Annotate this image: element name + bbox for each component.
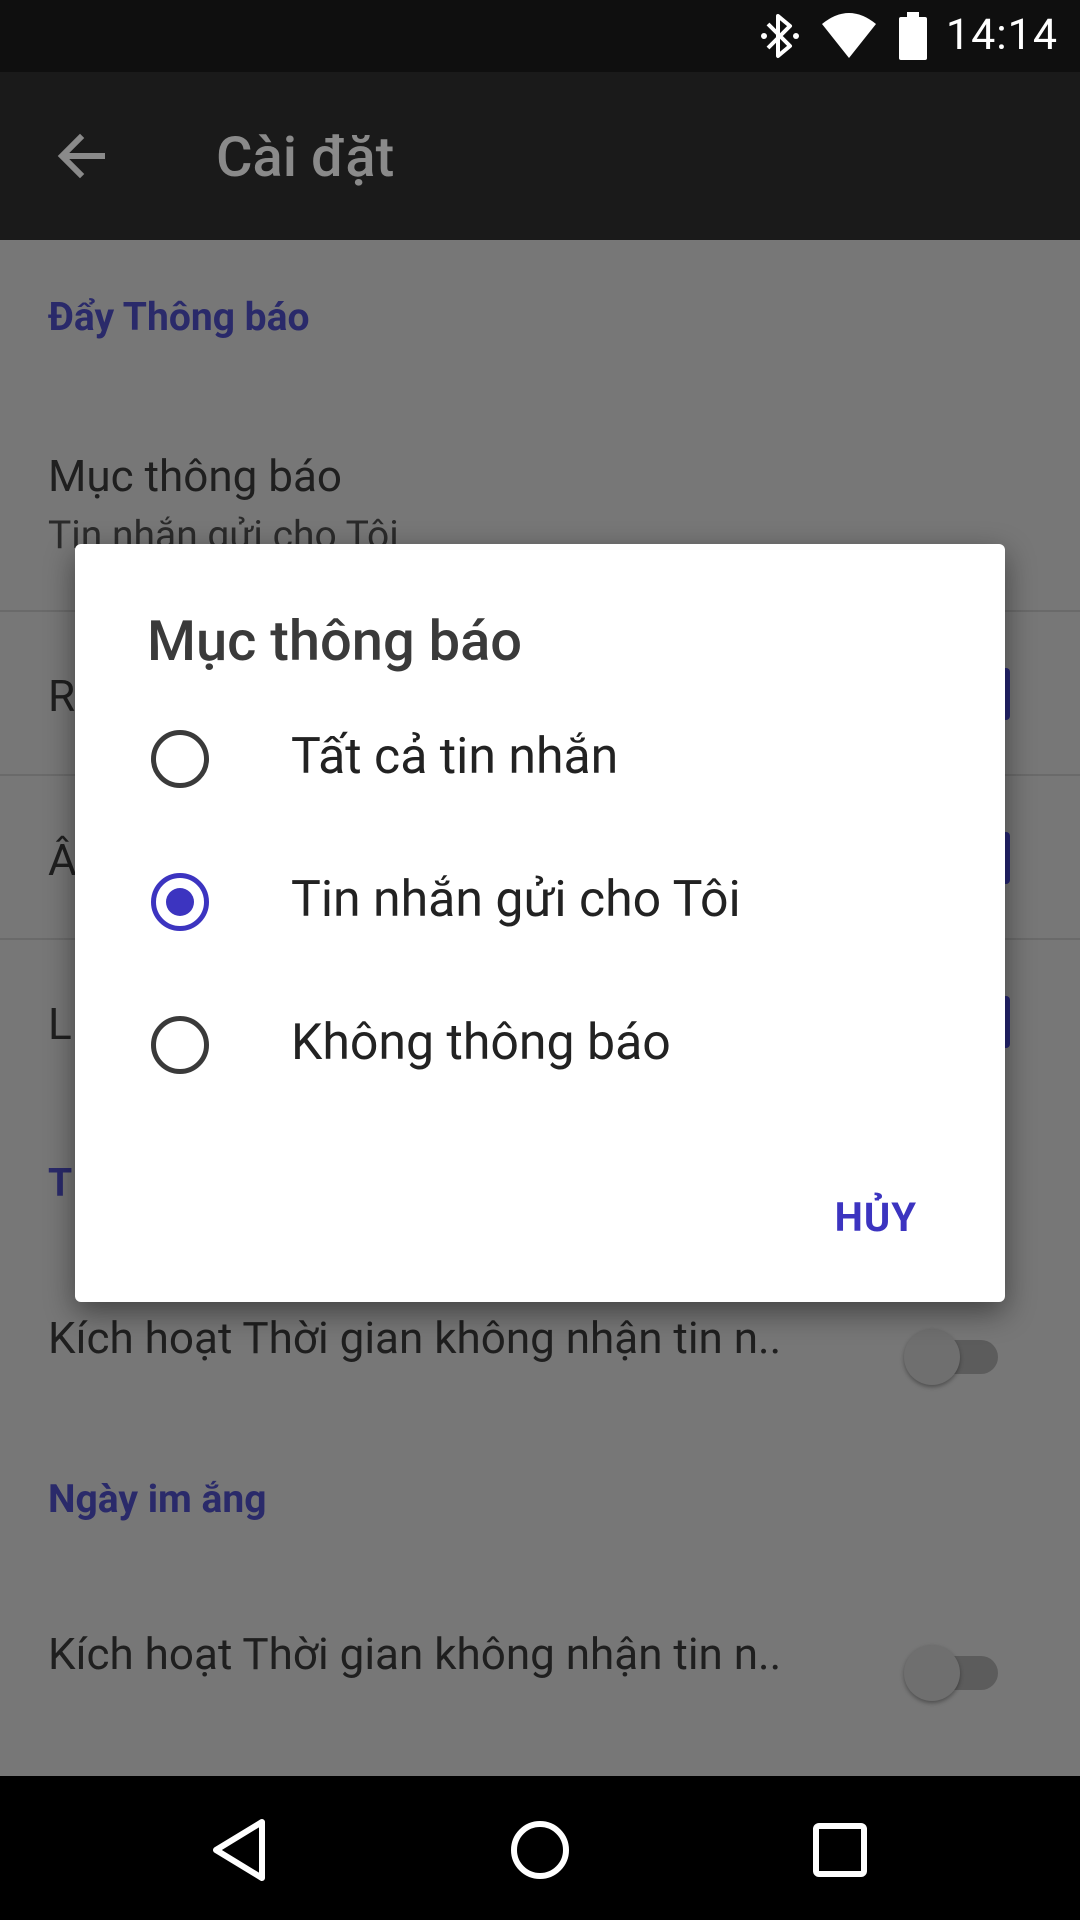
recents-square-icon[interactable] bbox=[800, 1810, 880, 1890]
cancel-button[interactable]: HỦY bbox=[835, 1194, 917, 1241]
option-all-messages[interactable]: Tất cả tin nhắn bbox=[75, 684, 1005, 824]
toggle-thumb bbox=[904, 1645, 960, 1701]
pref-row-3[interactable]: Â bbox=[48, 834, 77, 886]
option-label: Tất cả tin nhắn bbox=[291, 728, 619, 786]
navigation-bar bbox=[0, 1776, 1080, 1920]
dialog-title: Mục thông báo bbox=[147, 608, 523, 674]
option-label: Tin nhắn gửi cho Tôi bbox=[291, 871, 741, 929]
option-messages-to-me[interactable]: Tin nhắn gửi cho Tôi bbox=[75, 827, 1005, 967]
page-title: Cài đặt bbox=[216, 124, 395, 190]
bluetooth-icon bbox=[758, 10, 802, 66]
quiet-time-label[interactable]: Kích hoạt Thời gian không nhận tin n.. bbox=[48, 1312, 781, 1364]
toggle-thumb bbox=[904, 1329, 960, 1385]
status-bar: 14:14 bbox=[0, 0, 1080, 72]
option-label: Không thông báo bbox=[291, 1014, 671, 1072]
pref-row-4[interactable]: L bbox=[48, 998, 72, 1050]
back-triangle-icon[interactable] bbox=[200, 1810, 280, 1890]
section-header-push: Đẩy Thông báo bbox=[48, 294, 310, 340]
radio-dot bbox=[166, 888, 194, 916]
option-no-notification[interactable]: Không thông báo bbox=[75, 970, 1005, 1110]
status-time: 14:14 bbox=[945, 10, 1058, 60]
quiet-days-label[interactable]: Kích hoạt Thời gian không nhận tin n.. bbox=[48, 1628, 781, 1680]
section-header-quiet-days: Ngày im ắng bbox=[48, 1476, 267, 1522]
radio-button[interactable] bbox=[151, 730, 209, 788]
section-header-t: T bbox=[48, 1160, 73, 1206]
pref-title: Mục thông báo bbox=[48, 450, 342, 502]
pref-row-2[interactable]: R bbox=[48, 670, 75, 722]
arrow-back-icon[interactable] bbox=[52, 126, 112, 186]
battery-icon bbox=[897, 10, 929, 66]
notification-dialog: Mục thông báo Tất cả tin nhắn Tin nhắn g… bbox=[75, 544, 1005, 1302]
home-circle-icon[interactable] bbox=[500, 1810, 580, 1890]
app-bar: Cài đặt bbox=[0, 72, 1080, 240]
wifi-icon bbox=[820, 10, 878, 66]
radio-button-checked[interactable] bbox=[151, 873, 209, 931]
radio-button[interactable] bbox=[151, 1016, 209, 1074]
